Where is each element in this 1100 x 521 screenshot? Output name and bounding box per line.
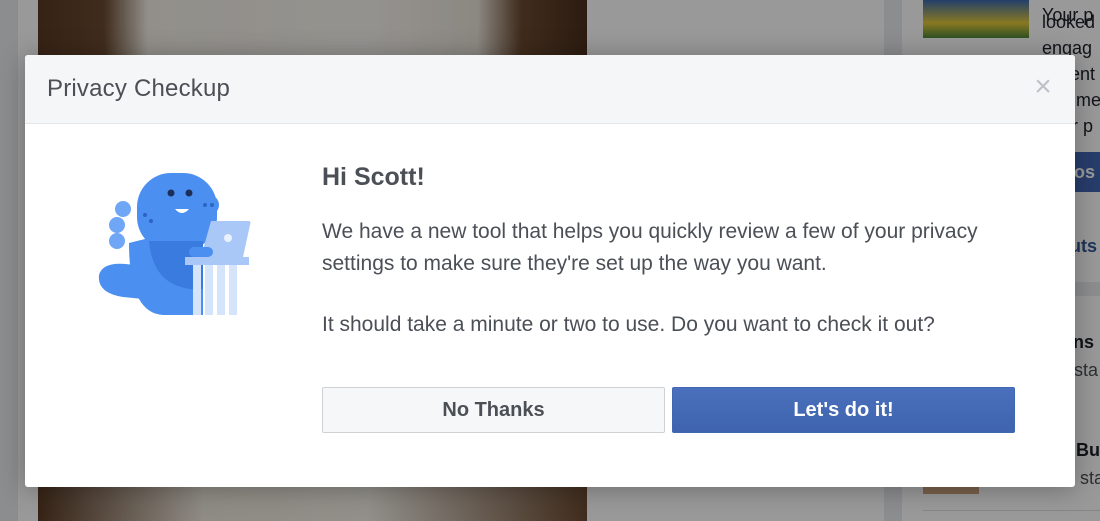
dinosaur-with-laptop-icon bbox=[98, 173, 251, 315]
no-thanks-button[interactable]: No Thanks bbox=[322, 387, 665, 433]
privacy-checkup-dialog: Privacy Checkup × Hi Scott! We have a ne… bbox=[25, 55, 1075, 487]
greeting-heading: Hi Scott! bbox=[322, 163, 425, 191]
lets-do-it-button[interactable]: Let's do it! bbox=[672, 387, 1015, 433]
dialog-header: Privacy Checkup × bbox=[25, 55, 1075, 124]
dialog-body: Hi Scott! We have a new tool that helps … bbox=[322, 163, 1022, 341]
dialog-title: Privacy Checkup bbox=[47, 75, 231, 102]
description-text: We have a new tool that helps you quickl… bbox=[322, 220, 978, 275]
question-text: It should take a minute or two to use. D… bbox=[322, 313, 935, 336]
close-icon[interactable]: × bbox=[1031, 72, 1055, 102]
